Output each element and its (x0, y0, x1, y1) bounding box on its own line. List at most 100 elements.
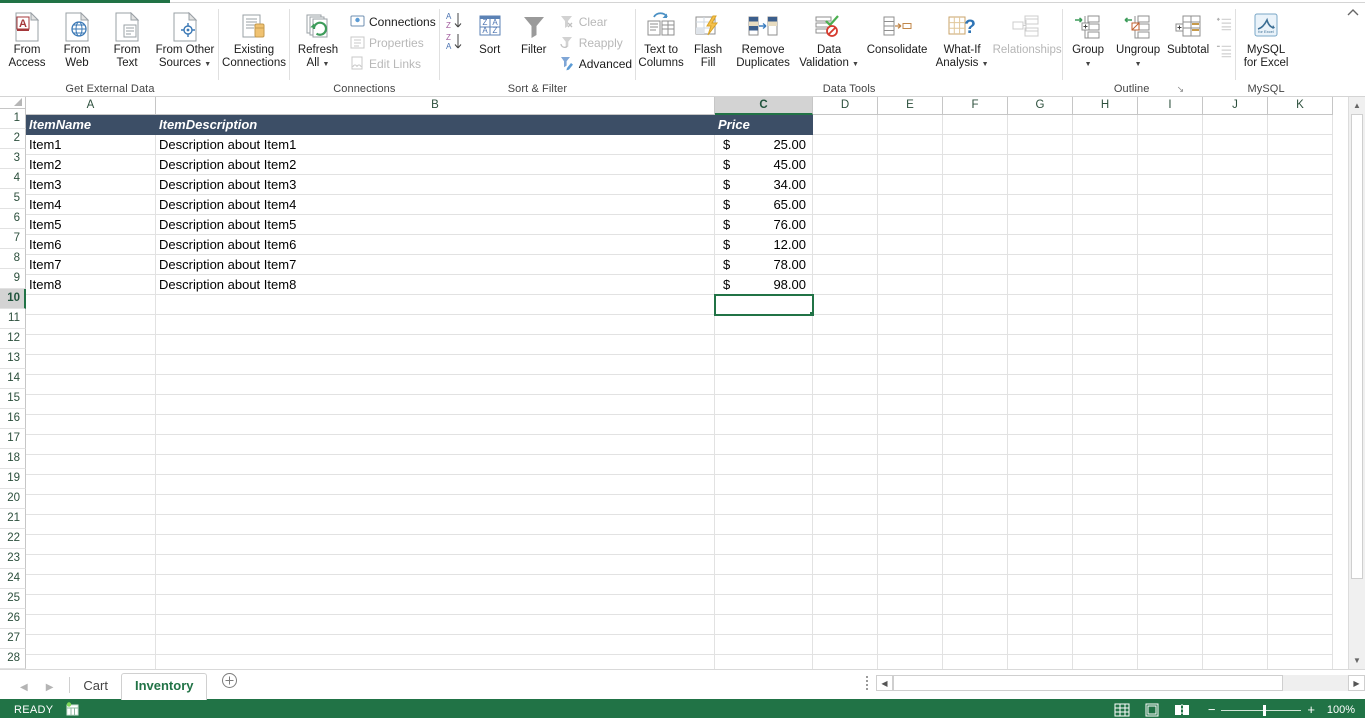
cell-J26[interactable] (1203, 615, 1268, 635)
cell-I11[interactable] (1138, 315, 1203, 335)
cell-K1[interactable] (1268, 115, 1333, 135)
advanced-filter-button[interactable]: Advanced (556, 53, 635, 74)
cell-J4[interactable] (1203, 175, 1268, 195)
cell-K10[interactable] (1268, 295, 1333, 315)
cell-D1[interactable] (813, 115, 878, 135)
row-header-15[interactable]: 15 (0, 389, 26, 409)
cell-H23[interactable] (1073, 555, 1138, 575)
cell-I9[interactable] (1138, 275, 1203, 295)
column-header-c[interactable]: C (715, 97, 813, 115)
cell-D10[interactable] (813, 295, 878, 315)
zoom-out-button[interactable]: − (1208, 703, 1216, 716)
row-header-5[interactable]: 5 (0, 189, 26, 209)
cell-D21[interactable] (813, 515, 878, 535)
chevron-down-icon[interactable]: ▼ (1085, 61, 1092, 68)
cell-F7[interactable] (943, 235, 1008, 255)
cell-D20[interactable] (813, 495, 878, 515)
cell-B1[interactable]: ItemDescription (156, 115, 715, 135)
cell-J24[interactable] (1203, 575, 1268, 595)
cell-G11[interactable] (1008, 315, 1073, 335)
cell-G28[interactable] (1008, 655, 1073, 669)
cell-E8[interactable] (878, 255, 943, 275)
cell-I17[interactable] (1138, 435, 1203, 455)
cell-B21[interactable] (156, 515, 715, 535)
sort-ascending-button[interactable]: AZ (440, 10, 468, 31)
cell-F5[interactable] (943, 195, 1008, 215)
cell-I7[interactable] (1138, 235, 1203, 255)
cell-F13[interactable] (943, 355, 1008, 375)
cell-H13[interactable] (1073, 355, 1138, 375)
cell-E27[interactable] (878, 635, 943, 655)
cell-I21[interactable] (1138, 515, 1203, 535)
cell-E14[interactable] (878, 375, 943, 395)
vertical-scroll-track[interactable] (1349, 114, 1365, 652)
cell-E19[interactable] (878, 475, 943, 495)
column-header-a[interactable]: A (26, 97, 156, 115)
cell-I2[interactable] (1138, 135, 1203, 155)
cell-H20[interactable] (1073, 495, 1138, 515)
row-header-4[interactable]: 4 (0, 169, 26, 189)
cell-I28[interactable] (1138, 655, 1203, 669)
row-header-7[interactable]: 7 (0, 229, 26, 249)
scroll-down-button[interactable]: ▼ (1349, 652, 1365, 669)
cell-I5[interactable] (1138, 195, 1203, 215)
mysql-for-excel-button[interactable]: for Excel MySQL for Excel (1236, 8, 1296, 69)
cell-G3[interactable] (1008, 155, 1073, 175)
cell-G7[interactable] (1008, 235, 1073, 255)
cell-E15[interactable] (878, 395, 943, 415)
row-header-10[interactable]: 10 (0, 289, 26, 309)
cell-F6[interactable] (943, 215, 1008, 235)
cell-B10[interactable] (156, 295, 715, 315)
cell-C19[interactable] (715, 475, 813, 495)
cell-K9[interactable] (1268, 275, 1333, 295)
cell-I16[interactable] (1138, 415, 1203, 435)
cell-A25[interactable] (26, 595, 156, 615)
cell-C22[interactable] (715, 535, 813, 555)
cell-H7[interactable] (1073, 235, 1138, 255)
cell-A24[interactable] (26, 575, 156, 595)
cell-C6[interactable]: $76.00 (715, 215, 813, 235)
cell-B17[interactable] (156, 435, 715, 455)
column-header-i[interactable]: I (1138, 97, 1203, 115)
vertical-scrollbar[interactable]: ▲ ▼ (1348, 97, 1365, 669)
cell-G12[interactable] (1008, 335, 1073, 355)
cell-E16[interactable] (878, 415, 943, 435)
cell-B12[interactable] (156, 335, 715, 355)
cell-A1[interactable]: ItemName (26, 115, 156, 135)
cell-C15[interactable] (715, 395, 813, 415)
cell-K15[interactable] (1268, 395, 1333, 415)
cell-D9[interactable] (813, 275, 878, 295)
cell-G13[interactable] (1008, 355, 1073, 375)
cell-G14[interactable] (1008, 375, 1073, 395)
cell-E23[interactable] (878, 555, 943, 575)
cell-F11[interactable] (943, 315, 1008, 335)
cell-C16[interactable] (715, 415, 813, 435)
chevron-down-icon[interactable]: ▼ (982, 61, 989, 68)
cell-I10[interactable] (1138, 295, 1203, 315)
cell-G21[interactable] (1008, 515, 1073, 535)
row-header-9[interactable]: 9 (0, 269, 26, 289)
cell-F10[interactable] (943, 295, 1008, 315)
cell-G22[interactable] (1008, 535, 1073, 555)
zoom-slider-thumb[interactable] (1263, 704, 1267, 716)
hscroll-left-button[interactable]: ◀ (876, 675, 893, 691)
cell-C7[interactable]: $12.00 (715, 235, 813, 255)
cell-J9[interactable] (1203, 275, 1268, 295)
cell-D28[interactable] (813, 655, 878, 669)
row-header-23[interactable]: 23 (0, 549, 26, 569)
group-button[interactable]: Group ▼ (1063, 8, 1113, 69)
row-header-19[interactable]: 19 (0, 469, 26, 489)
cell-D8[interactable] (813, 255, 878, 275)
nav-prev-icon[interactable]: ◀ (20, 682, 28, 693)
cell-A20[interactable] (26, 495, 156, 515)
cell-I20[interactable] (1138, 495, 1203, 515)
cell-C23[interactable] (715, 555, 813, 575)
cell-C17[interactable] (715, 435, 813, 455)
cell-B19[interactable] (156, 475, 715, 495)
sort-descending-button[interactable]: ZA (440, 31, 468, 52)
cell-G9[interactable] (1008, 275, 1073, 295)
data-validation-button[interactable]: Data Validation ▼ (796, 8, 862, 69)
cell-K18[interactable] (1268, 455, 1333, 475)
cell-G19[interactable] (1008, 475, 1073, 495)
row-header-27[interactable]: 27 (0, 629, 26, 649)
